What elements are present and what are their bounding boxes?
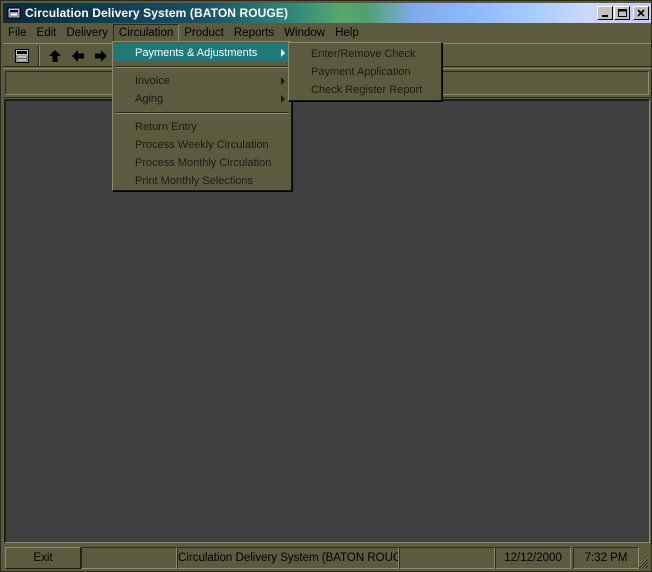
submenu-arrow-icon [281,95,285,103]
submenu-arrow-icon [281,49,285,57]
status-time: 7:32 PM [573,547,639,569]
status-date: 12/12/2000 [495,547,571,569]
menu-print-monthly-selections[interactable]: Print Monthly Selections [113,172,291,190]
menu-process-weekly-circulation[interactable]: Process Weekly Circulation [113,136,291,154]
menu-window-label: Window [284,26,326,39]
forward-button[interactable] [91,46,111,66]
status-app-name: Circulation Delivery System (BATON ROUGE… [177,547,399,569]
resize-grip-icon[interactable] [637,557,649,569]
exit-button[interactable]: Exit [5,547,81,569]
menu-process-monthly-circulation[interactable]: Process Monthly Circulation [113,154,291,172]
menu-check-register-report[interactable]: Check Register Report [289,81,441,99]
menu-reports-label: Reports [233,26,275,39]
menu-product-label: Product [184,26,224,39]
menu-payment-application[interactable]: Payment Application [289,63,441,81]
minimize-icon [602,15,608,17]
arrow-up-icon [49,50,61,62]
menu-delivery-label: Delivery [66,26,108,39]
application-window: Circulation Delivery System (BATON ROUGE… [0,0,652,572]
menu-payments-adjustments[interactable]: Payments & Adjustments [113,44,291,62]
menu-edit[interactable]: Edit [32,24,62,42]
menu-check-register-report-label: Check Register Report [311,84,423,96]
menu-payments-adjustments-label: Payments & Adjustments [135,47,258,59]
menu-edit-label: Edit [36,26,57,39]
menu-window[interactable]: Window [279,24,330,42]
arrow-left-icon [72,50,84,62]
menu-aging[interactable]: Aging [113,90,291,108]
status-panel-blank [81,547,177,569]
menu-bar: File Edit Delivery Circulation Product R… [3,23,651,42]
menu-delivery[interactable]: Delivery [61,24,113,42]
status-panel-blank-2 [399,547,495,569]
payments-submenu: Enter/Remove Check Payment Application C… [288,42,442,101]
close-icon [637,9,645,17]
close-button[interactable] [633,6,649,20]
menu-help[interactable]: Help [330,24,364,42]
menu-enter-remove-check[interactable]: Enter/Remove Check [289,45,441,63]
menu-help-label: Help [335,26,359,39]
status-bar: Exit Circulation Delivery System (BATON … [3,545,651,571]
menu-file[interactable]: File [3,24,32,42]
up-button[interactable] [45,46,65,66]
maximize-icon [617,9,627,17]
submenu-arrow-icon [281,77,285,85]
form-icon [15,49,29,63]
menu-payment-application-label: Payment Application [311,66,411,78]
toolbar-separator [38,46,40,66]
mdi-client-area[interactable] [4,99,650,543]
back-button[interactable] [68,46,88,66]
title-bar[interactable]: Circulation Delivery System (BATON ROUGE… [3,3,651,23]
minimize-button[interactable] [597,6,613,20]
menu-return-entry[interactable]: Return Entry [113,118,291,136]
menu-separator [115,66,289,68]
menu-aging-label: Aging [135,93,164,105]
maximize-button[interactable] [614,6,630,20]
menu-product[interactable]: Product [179,24,229,42]
menu-circulation-label: Circulation [118,26,174,39]
window-title: Circulation Delivery System (BATON ROUGE… [25,6,289,20]
app-icon[interactable] [7,6,21,20]
menu-process-monthly-label: Process Monthly Circulation [135,157,272,169]
menu-circulation[interactable]: Circulation [112,23,180,42]
menu-reports[interactable]: Reports [229,24,279,42]
circulation-dropdown: Payments & Adjustments Invoice Aging Ret… [112,41,292,191]
menu-separator [115,112,289,114]
menu-file-label: File [8,26,27,39]
arrow-right-icon [95,50,107,62]
menu-return-entry-label: Return Entry [135,121,197,133]
menu-invoice-label: Invoice [135,75,170,87]
menu-invoice[interactable]: Invoice [113,72,291,90]
menu-process-weekly-label: Process Weekly Circulation [135,139,269,151]
menu-print-monthly-label: Print Monthly Selections [135,175,253,187]
menu-enter-remove-check-label: Enter/Remove Check [311,48,416,60]
window-controls [596,6,649,20]
form-button[interactable] [12,46,32,66]
